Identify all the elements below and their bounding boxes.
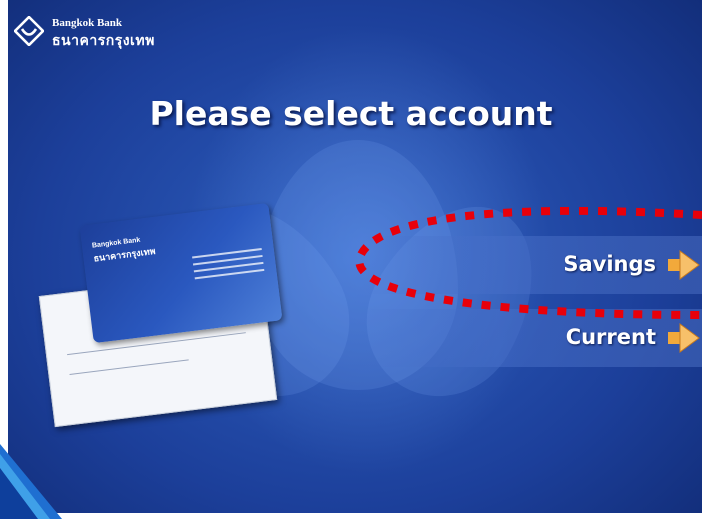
savings-label: Savings (563, 252, 656, 276)
card-text-lines (192, 247, 265, 284)
arrow-right-icon[interactable] (666, 250, 700, 280)
slide: Bangkok Bank ธนาคารกรุงเทพ Please select… (0, 0, 702, 519)
cheque-line (69, 359, 189, 375)
page-title: Please select account (149, 94, 553, 133)
account-illustration: Bangkok Bank ธนาคารกรุงเทพ (38, 202, 346, 474)
current-label: Current (565, 325, 656, 349)
savings-account-button[interactable]: Savings (362, 236, 702, 294)
passbook-card-image: Bangkok Bank ธนาคารกรุงเทพ (79, 202, 283, 344)
arrow-right-icon[interactable] (666, 323, 700, 353)
bank-name-english: Bangkok Bank (52, 17, 123, 29)
bank-emblem-icon (14, 16, 44, 46)
corner-decoration (0, 444, 62, 519)
bank-logo: Bangkok Bank ธนาคารกรุงเทพ (14, 10, 204, 50)
current-account-button[interactable]: Current (362, 309, 702, 367)
bank-name-thai: ธนาคารกรุงเทพ (52, 32, 155, 48)
